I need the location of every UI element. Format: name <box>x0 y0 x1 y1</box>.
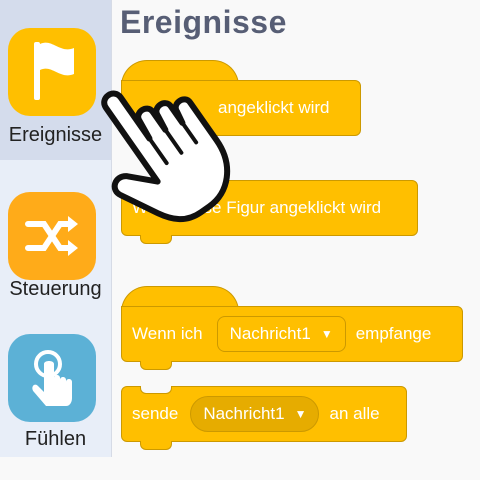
broadcast-block[interactable]: sende Nachricht1 ▼ an alle <box>121 386 407 442</box>
pointer-hand-icon <box>101 90 231 223</box>
broadcast-message-dropdown[interactable]: Nachricht1 ▼ <box>190 396 320 432</box>
dropdown-value: Nachricht1 <box>229 324 311 343</box>
block-label: sende <box>132 404 179 423</box>
message-dropdown[interactable]: Nachricht1 ▼ <box>216 316 346 352</box>
dropdown-value: Nachricht1 <box>203 404 285 423</box>
chevron-down-icon: ▼ <box>294 407 307 421</box>
chevron-down-icon: ▼ <box>320 327 333 341</box>
palette-title: Ereignisse <box>120 4 287 40</box>
when-i-receive-block[interactable]: Wenn ich Nachricht1 ▼ empfange <box>121 306 463 362</box>
block-notch-top <box>140 386 172 394</box>
category-sensing-label: Fühlen <box>24 428 87 450</box>
category-sensing[interactable]: Fühlen <box>0 320 111 480</box>
category-control-label: Steuerung <box>9 278 102 300</box>
block-label: an alle <box>329 404 380 423</box>
block-notch <box>140 361 172 370</box>
block-label: empfange <box>355 324 432 343</box>
block-label: Wenn ich <box>132 324 203 343</box>
touch-icon <box>8 334 96 422</box>
block-notch <box>140 441 172 450</box>
